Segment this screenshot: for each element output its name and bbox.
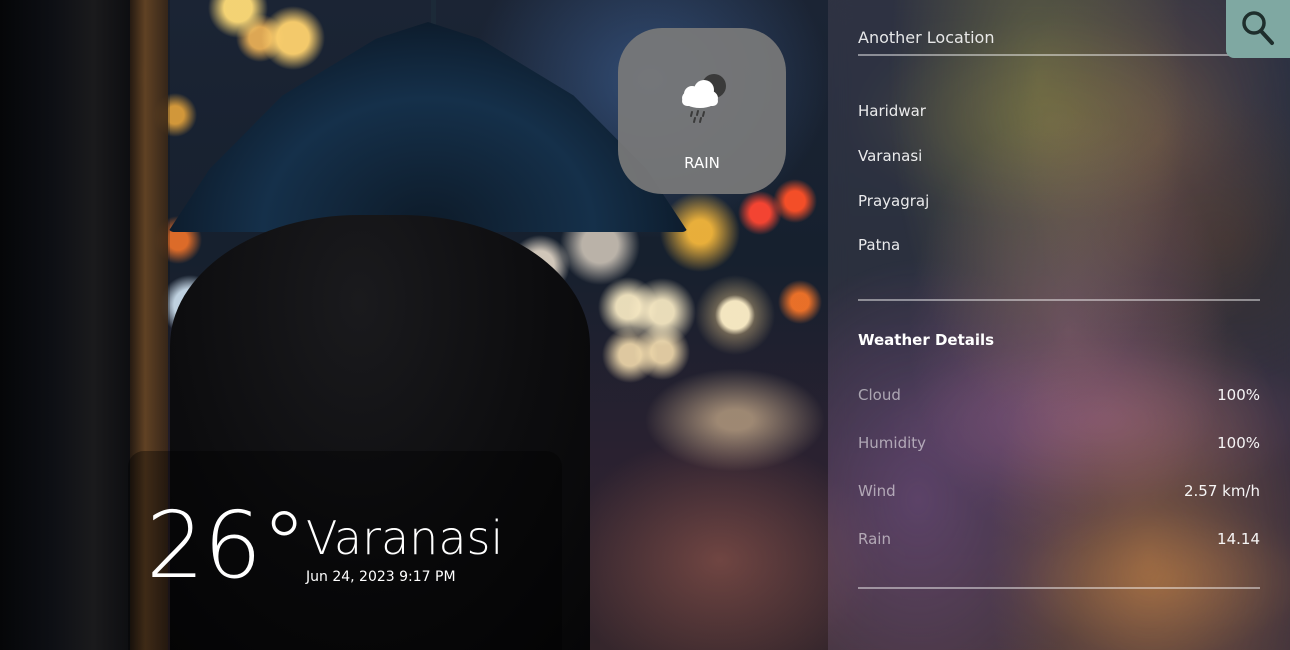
date-time: Jun 24, 2023 9:17 PM [306, 569, 456, 585]
search-input[interactable] [858, 20, 1258, 56]
divider [858, 299, 1260, 301]
condition-card: RAIN [618, 28, 786, 194]
city-item-prayagraj[interactable]: Prayagraj [858, 192, 929, 210]
detail-value-humidity: 100% [1217, 434, 1260, 452]
sidebar-backdrop [828, 0, 1290, 650]
divider [858, 587, 1260, 589]
cloud-rain-moon-icon [682, 74, 726, 123]
city-item-patna[interactable]: Patna [858, 236, 900, 254]
detail-label-wind: Wind [858, 482, 896, 500]
detail-value-wind: 2.57 km/h [1183, 482, 1260, 500]
city-item-varanasi[interactable]: Varanasi [858, 147, 922, 165]
city-name: Varanasi [306, 511, 504, 565]
detail-value-rain: 14.14 [1217, 530, 1260, 548]
search-button[interactable] [1226, 0, 1290, 58]
condition-label: RAIN [684, 154, 720, 172]
umbrella-tip [431, 0, 436, 26]
detail-label-humidity: Humidity [858, 434, 927, 452]
detail-label-rain: Rain [858, 530, 891, 548]
temperature: 26° [146, 492, 307, 599]
weather-details-title: Weather Details [858, 331, 995, 349]
detail-value-cloud: 100% [1217, 386, 1260, 404]
search-icon [1242, 11, 1274, 45]
city-item-haridwar[interactable]: Haridwar [858, 102, 926, 120]
detail-label-cloud: Cloud [858, 386, 901, 404]
